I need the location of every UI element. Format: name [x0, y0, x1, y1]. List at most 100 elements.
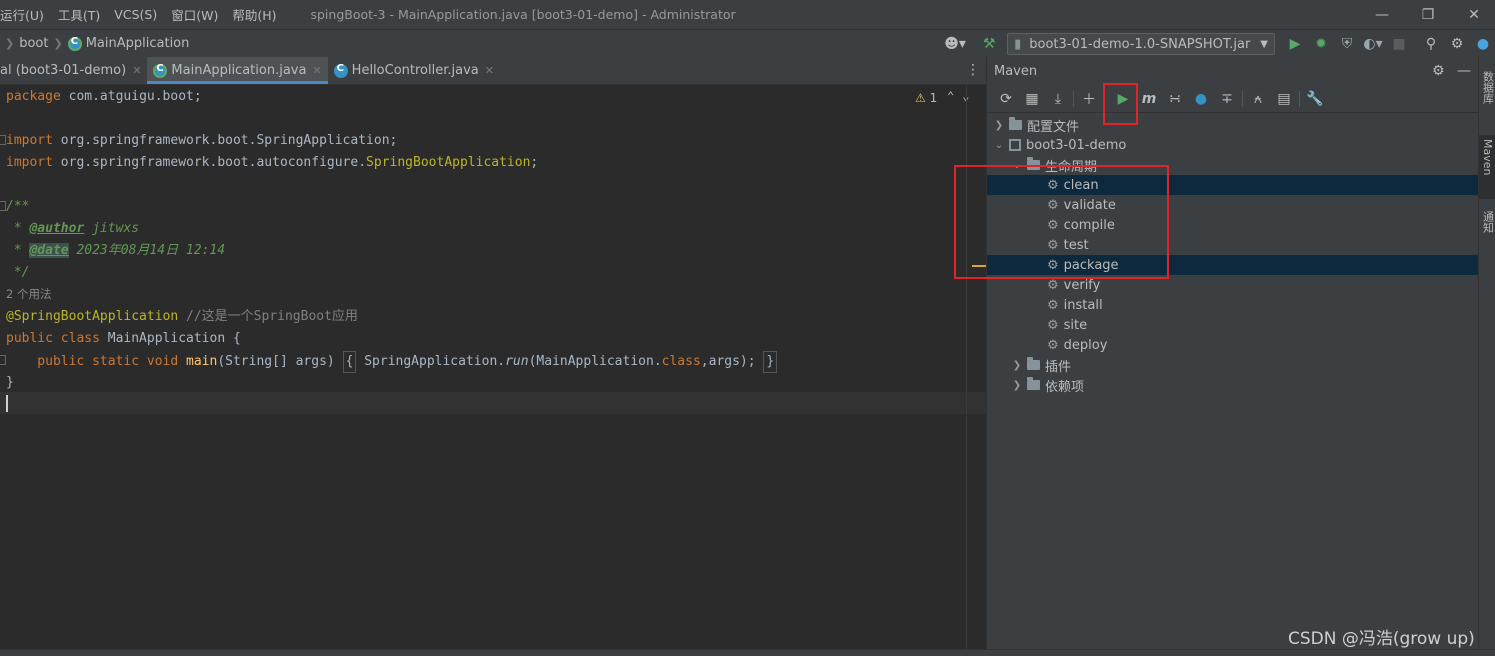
- tab-al-boot3-01-demo[interactable]: al (boot3-01-demo) ✕: [0, 57, 147, 84]
- tree-node-profiles[interactable]: ❯ 配置文件: [987, 115, 1478, 135]
- navigation-bar: ❯ boot ❯ MainApplication ☻▾ ⚒ ▮ boot3-01…: [0, 29, 1495, 57]
- usages-hint[interactable]: 2 个用法: [6, 284, 51, 304]
- stripe-tab-label: 数据库: [1481, 71, 1495, 104]
- breadcrumb-item-boot[interactable]: boot: [19, 36, 48, 51]
- tab-hellocontroller-java[interactable]: HelloController.java ✕: [328, 57, 500, 84]
- user-icon[interactable]: ☻▾: [943, 32, 967, 56]
- close-tab-icon[interactable]: ✕: [485, 64, 494, 77]
- toggle-offline-icon[interactable]: ∺: [1162, 87, 1188, 111]
- folded-region[interactable]: }: [763, 351, 778, 373]
- highlight-box-lifecycle: [954, 165, 1169, 279]
- stop-icon[interactable]: ■: [1387, 32, 1411, 56]
- download-icon[interactable]: ⤓: [1045, 87, 1071, 111]
- generate-sources-icon[interactable]: ▦: [1019, 87, 1045, 111]
- execute-goal-icon[interactable]: m: [1136, 87, 1162, 111]
- tab-label: HelloController.java: [351, 63, 479, 78]
- collapse-all-icon[interactable]: ∓: [1214, 87, 1240, 111]
- folded-region[interactable]: {: [342, 351, 357, 373]
- tree-node-project[interactable]: ⌄ boot3-01-demo: [987, 135, 1478, 155]
- settings-gear-icon[interactable]: ⚙: [1432, 63, 1445, 79]
- spring-class-icon: [67, 36, 82, 51]
- menu-tools[interactable]: 工具(T): [58, 5, 100, 24]
- stripe-tab-label: 通知: [1481, 211, 1495, 233]
- reload-icon[interactable]: ⟳: [993, 87, 1019, 111]
- chevron-right-icon[interactable]: ❯: [1011, 380, 1023, 391]
- profile-icon[interactable]: ◐▾: [1361, 32, 1385, 56]
- plugin-logo-icon[interactable]: ●: [1471, 32, 1495, 56]
- chevron-down-icon[interactable]: ⌄: [962, 89, 977, 103]
- right-tool-stripe: 数据库 Maven 通知: [1478, 57, 1495, 649]
- code-line: import org.springframework.boot.SpringAp…: [6, 133, 398, 148]
- menu-bar: 运行(U) 工具(T) VCS(S) 窗口(W) 帮助(H) spingBoot…: [0, 0, 1495, 29]
- search-icon[interactable]: ⚲: [1419, 32, 1443, 56]
- current-line-highlight: [0, 392, 986, 414]
- coverage-shield-icon[interactable]: ⛨: [1335, 32, 1359, 56]
- hide-panel-icon[interactable]: —: [1457, 63, 1471, 79]
- stripe-tab-database[interactable]: 数据库: [1479, 67, 1495, 127]
- add-project-icon[interactable]: ＋: [1076, 87, 1102, 111]
- run-configuration-select[interactable]: ▮ boot3-01-demo-1.0-SNAPSHOT.jar ▼: [1007, 33, 1275, 55]
- watermark: CSDN @冯浩(grow up): [1288, 629, 1475, 649]
- show-dependencies-icon[interactable]: ⍲: [1245, 87, 1271, 111]
- more-tabs-icon[interactable]: ⋮: [966, 62, 980, 78]
- gear-icon: ⚙: [1047, 277, 1059, 293]
- chevron-right-icon[interactable]: ❯: [1011, 360, 1023, 371]
- breadcrumb-item-mainapplication[interactable]: MainApplication: [86, 36, 190, 51]
- tree-node-plugins[interactable]: ❯ 插件: [987, 355, 1478, 375]
- code-editor[interactable]: ⚠ 1 ⌃⌄ package com.atguigu.boot; import …: [0, 85, 986, 649]
- chevron-up-icon[interactable]: ⌃: [947, 89, 962, 103]
- tree-node-label: 配置文件: [1027, 119, 1080, 135]
- warning-count: 1: [929, 91, 938, 105]
- toolbar-separator: [1242, 90, 1243, 107]
- inspection-navigation[interactable]: ⌃⌄: [947, 89, 977, 103]
- tab-mainapplication-java[interactable]: MainApplication.java ✕: [147, 57, 328, 84]
- spring-class-icon: [153, 63, 168, 78]
- status-bar: [0, 649, 1495, 656]
- tree-node-label: 依赖项: [1045, 379, 1085, 395]
- restore-icon[interactable]: ❐: [1405, 0, 1451, 29]
- maven-settings-wrench-icon[interactable]: 🔧: [1302, 87, 1328, 111]
- run-toolbar: ☻▾ ⚒ ▮ boot3-01-demo-1.0-SNAPSHOT.jar ▼ …: [941, 30, 1495, 58]
- folder-icon: [1027, 377, 1040, 390]
- breadcrumb: ❯ boot ❯ MainApplication: [0, 36, 190, 52]
- maven-title: Maven: [994, 63, 1038, 79]
- stripe-tab-notifications[interactable]: 通知: [1479, 207, 1495, 257]
- lifecycle-phase-install[interactable]: ⚙ install: [987, 295, 1478, 315]
- analyze-icon[interactable]: ▤: [1271, 87, 1297, 111]
- tab-label: MainApplication.java: [171, 63, 307, 78]
- skip-tests-icon[interactable]: ●: [1188, 87, 1214, 111]
- code-line: /**: [6, 199, 30, 214]
- jar-icon: ▮: [1014, 36, 1022, 52]
- maven-project-icon: [1009, 139, 1021, 151]
- breadcrumb-separator-icon: ❯: [53, 37, 63, 50]
- chevron-right-icon[interactable]: ❯: [993, 120, 1005, 131]
- inspection-widget[interactable]: ⚠ 1: [915, 91, 937, 105]
- debug-bug-icon[interactable]: ✹: [1309, 32, 1333, 56]
- chevron-down-icon[interactable]: ⌄: [993, 140, 1005, 151]
- build-hammer-icon[interactable]: ⚒: [977, 32, 1001, 56]
- code-line: import org.springframework.boot.autoconf…: [6, 155, 539, 170]
- phase-label: install: [1063, 297, 1103, 313]
- close-window-icon[interactable]: ✕: [1451, 0, 1495, 29]
- text-caret: [6, 395, 8, 412]
- lifecycle-phase-deploy[interactable]: ⚙ deploy: [987, 335, 1478, 355]
- toolbar-separator: [1299, 90, 1300, 107]
- toolbar-separator: [1073, 90, 1074, 107]
- menu-run[interactable]: 运行(U): [0, 5, 44, 24]
- minimize-icon[interactable]: —: [1359, 0, 1405, 29]
- menu-help[interactable]: 帮助(H): [232, 5, 276, 24]
- menu-vcs[interactable]: VCS(S): [114, 7, 157, 22]
- close-tab-icon[interactable]: ✕: [312, 64, 321, 77]
- maven-header: Maven ⚙ —: [987, 57, 1478, 85]
- run-icon[interactable]: ▶: [1283, 32, 1307, 56]
- stripe-tab-maven[interactable]: Maven: [1479, 135, 1495, 199]
- code-line: * @date 2023年08月14日 12:14: [6, 243, 226, 258]
- editor-tabs: al (boot3-01-demo) ✕ MainApplication.jav…: [0, 57, 986, 85]
- class-icon: [333, 63, 348, 78]
- tree-node-dependencies[interactable]: ❯ 依赖项: [987, 375, 1478, 395]
- gear-icon: ⚙: [1047, 337, 1059, 353]
- close-tab-icon[interactable]: ✕: [132, 64, 141, 77]
- menu-window[interactable]: 窗口(W): [171, 5, 218, 24]
- settings-gear-icon[interactable]: ⚙: [1445, 32, 1469, 56]
- lifecycle-phase-site[interactable]: ⚙ site: [987, 315, 1478, 335]
